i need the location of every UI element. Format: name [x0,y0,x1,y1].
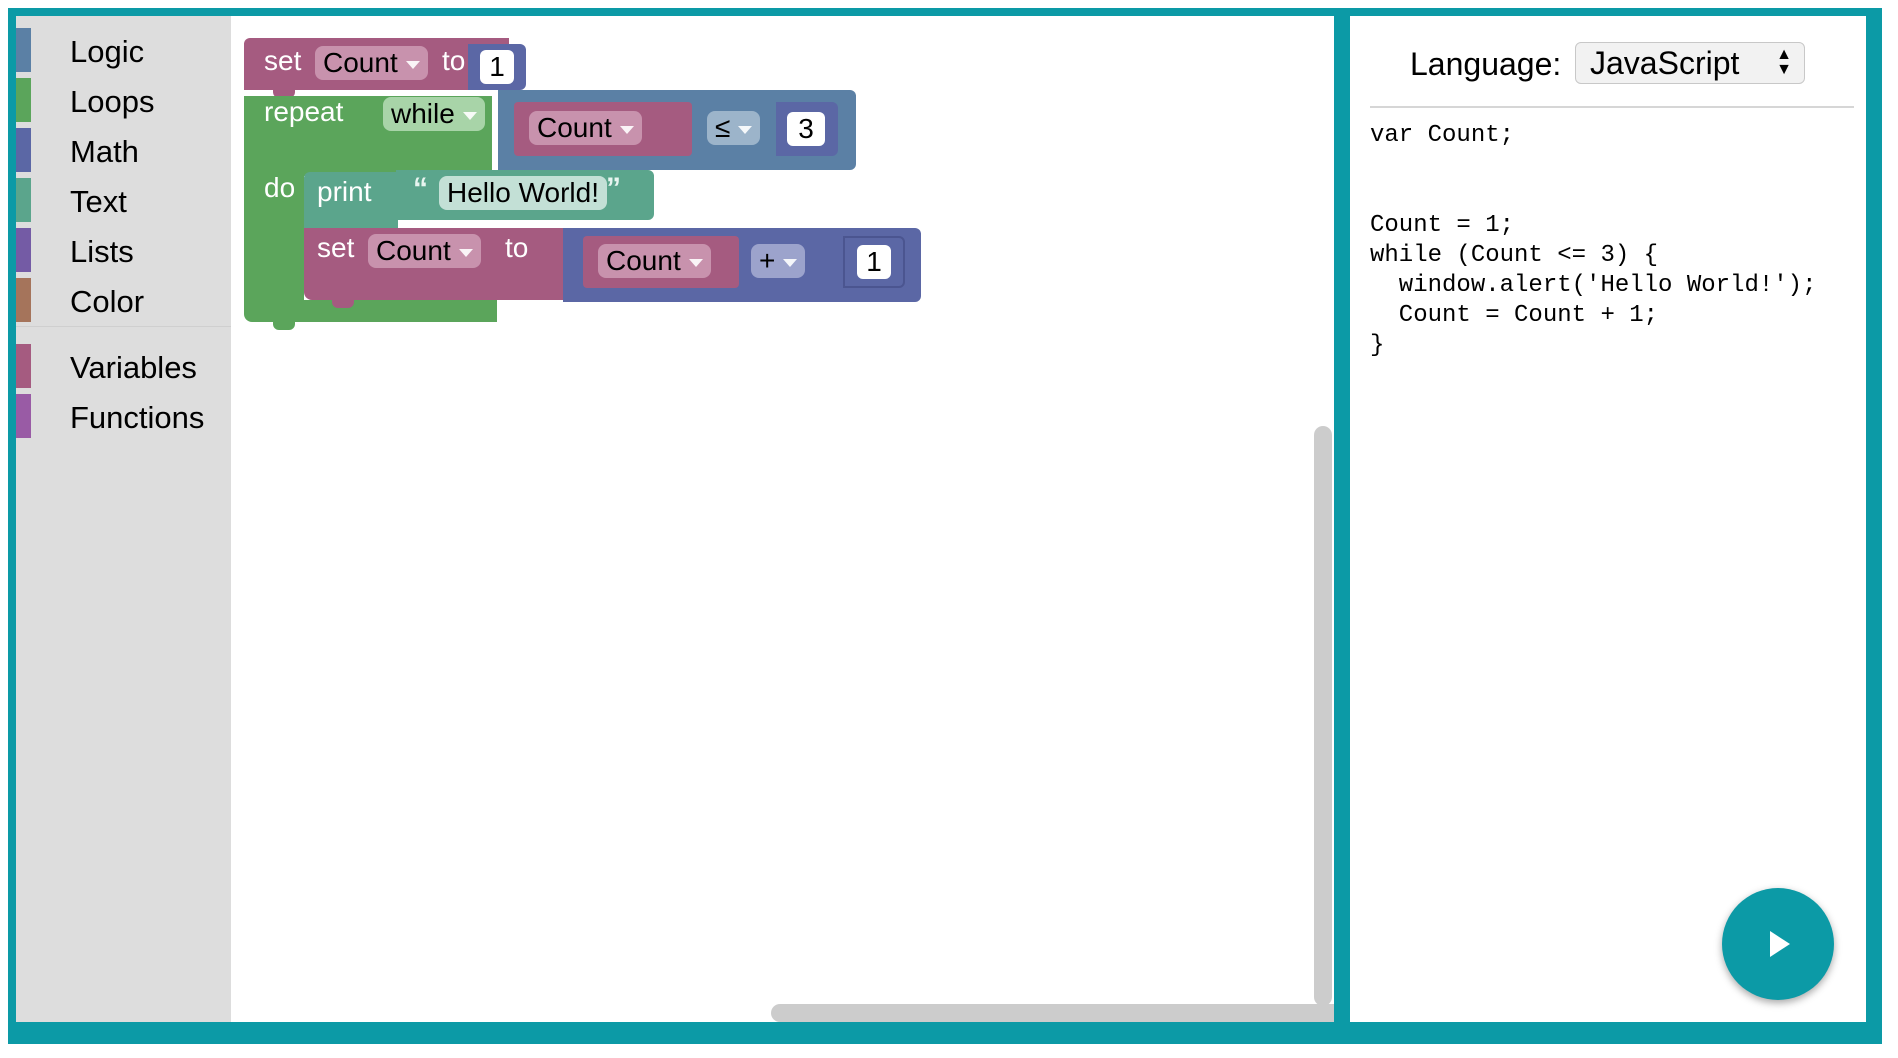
text-value: Hello World! [447,177,599,208]
variable-dropdown[interactable]: Count [368,234,481,268]
category-label: Math [70,134,139,169]
toolbox-category-loops[interactable]: Loops [16,78,231,124]
category-swatch [16,394,31,438]
number-field[interactable]: 1 [857,245,891,279]
horizontal-scrollbar[interactable] [771,1004,1334,1022]
code-panel: Language: JavaScript ▲ ▼ var Count; Count… [1350,16,1866,1022]
variable-dropdown[interactable]: Count [529,111,642,145]
toolbox-category-functions[interactable]: Functions [16,394,231,440]
variable-dropdown[interactable]: Count [315,46,428,80]
variable-name: Count [376,235,451,266]
toolbox-category-logic[interactable]: Logic [16,28,231,74]
operator-value: ≤ [715,112,731,143]
category-swatch [16,344,31,388]
set-keyword: set [264,45,302,76]
run-button[interactable] [1722,888,1834,1000]
chevron-down-icon [783,258,798,267]
toolbox-category-lists[interactable]: Lists [16,228,231,274]
generated-code: var Count; Count = 1; while (Count <= 3)… [1370,122,1817,359]
language-value: JavaScript [1590,45,1740,81]
blockly-editor: Logic Loops Math Text Lists Color Variab… [16,16,1334,1022]
variable-name: Count [537,112,612,143]
number-field[interactable]: 1 [480,50,514,84]
chevron-down-icon [458,248,473,257]
vertical-scrollbar[interactable] [1314,426,1332,1006]
set-keyword: set [317,232,355,263]
category-swatch [16,78,31,122]
toolbox-category-math[interactable]: Math [16,128,231,174]
category-swatch [16,178,31,222]
open-quote-icon: “ [413,172,428,205]
repeat-keyword: repeat [264,96,344,127]
text-field[interactable]: Hello World! [439,176,607,210]
loop-mode-value: while [391,98,455,129]
repeat-block-footer [244,300,497,322]
select-arrows-icon: ▲ ▼ [1776,46,1792,78]
variable-name: Count [323,47,398,78]
loop-mode-dropdown[interactable]: while [383,97,485,131]
chevron-down-icon [738,125,753,134]
to-keyword: to [505,232,529,263]
operator-value: + [759,245,776,276]
block-connector [273,322,295,330]
operator-dropdown[interactable]: + [751,244,806,278]
variable-dropdown[interactable]: Count [598,244,711,278]
play-icon [1770,931,1790,957]
print-keyword: print [317,176,372,207]
do-keyword: do [264,172,296,203]
category-label: Color [70,284,145,319]
block-connector [332,300,354,308]
category-swatch [16,228,31,272]
category-label: Functions [70,400,205,435]
chevron-down-icon [619,125,634,134]
toolbox-category-text[interactable]: Text [16,178,231,224]
category-label: Loops [70,84,155,119]
close-quote-icon: ” [606,172,621,205]
category-label: Text [70,184,127,219]
toolbox-category-color[interactable]: Color [16,278,231,324]
category-label: Variables [70,350,197,385]
toolbox-separator [16,326,231,327]
workspace[interactable]: set Count to 1 repeat while do Count ≤ 3… [231,16,1334,1022]
category-swatch [16,278,31,322]
to-keyword: to [442,45,466,76]
category-label: Logic [70,34,145,69]
chevron-down-icon [462,111,477,120]
category-swatch [16,28,31,72]
chevron-down-icon [405,60,420,69]
chevron-down-icon [688,258,703,267]
category-swatch [16,128,31,172]
operator-dropdown[interactable]: ≤ [707,111,761,145]
divider [1370,106,1854,108]
variable-name: Count [606,245,681,276]
toolbox-category-variables[interactable]: Variables [16,344,231,390]
language-select[interactable]: JavaScript ▲ ▼ [1575,42,1805,84]
language-label: Language: [1410,46,1562,82]
category-label: Lists [70,234,134,269]
number-field[interactable]: 3 [787,112,825,146]
toolbox: Logic Loops Math Text Lists Color Variab… [16,16,231,1022]
